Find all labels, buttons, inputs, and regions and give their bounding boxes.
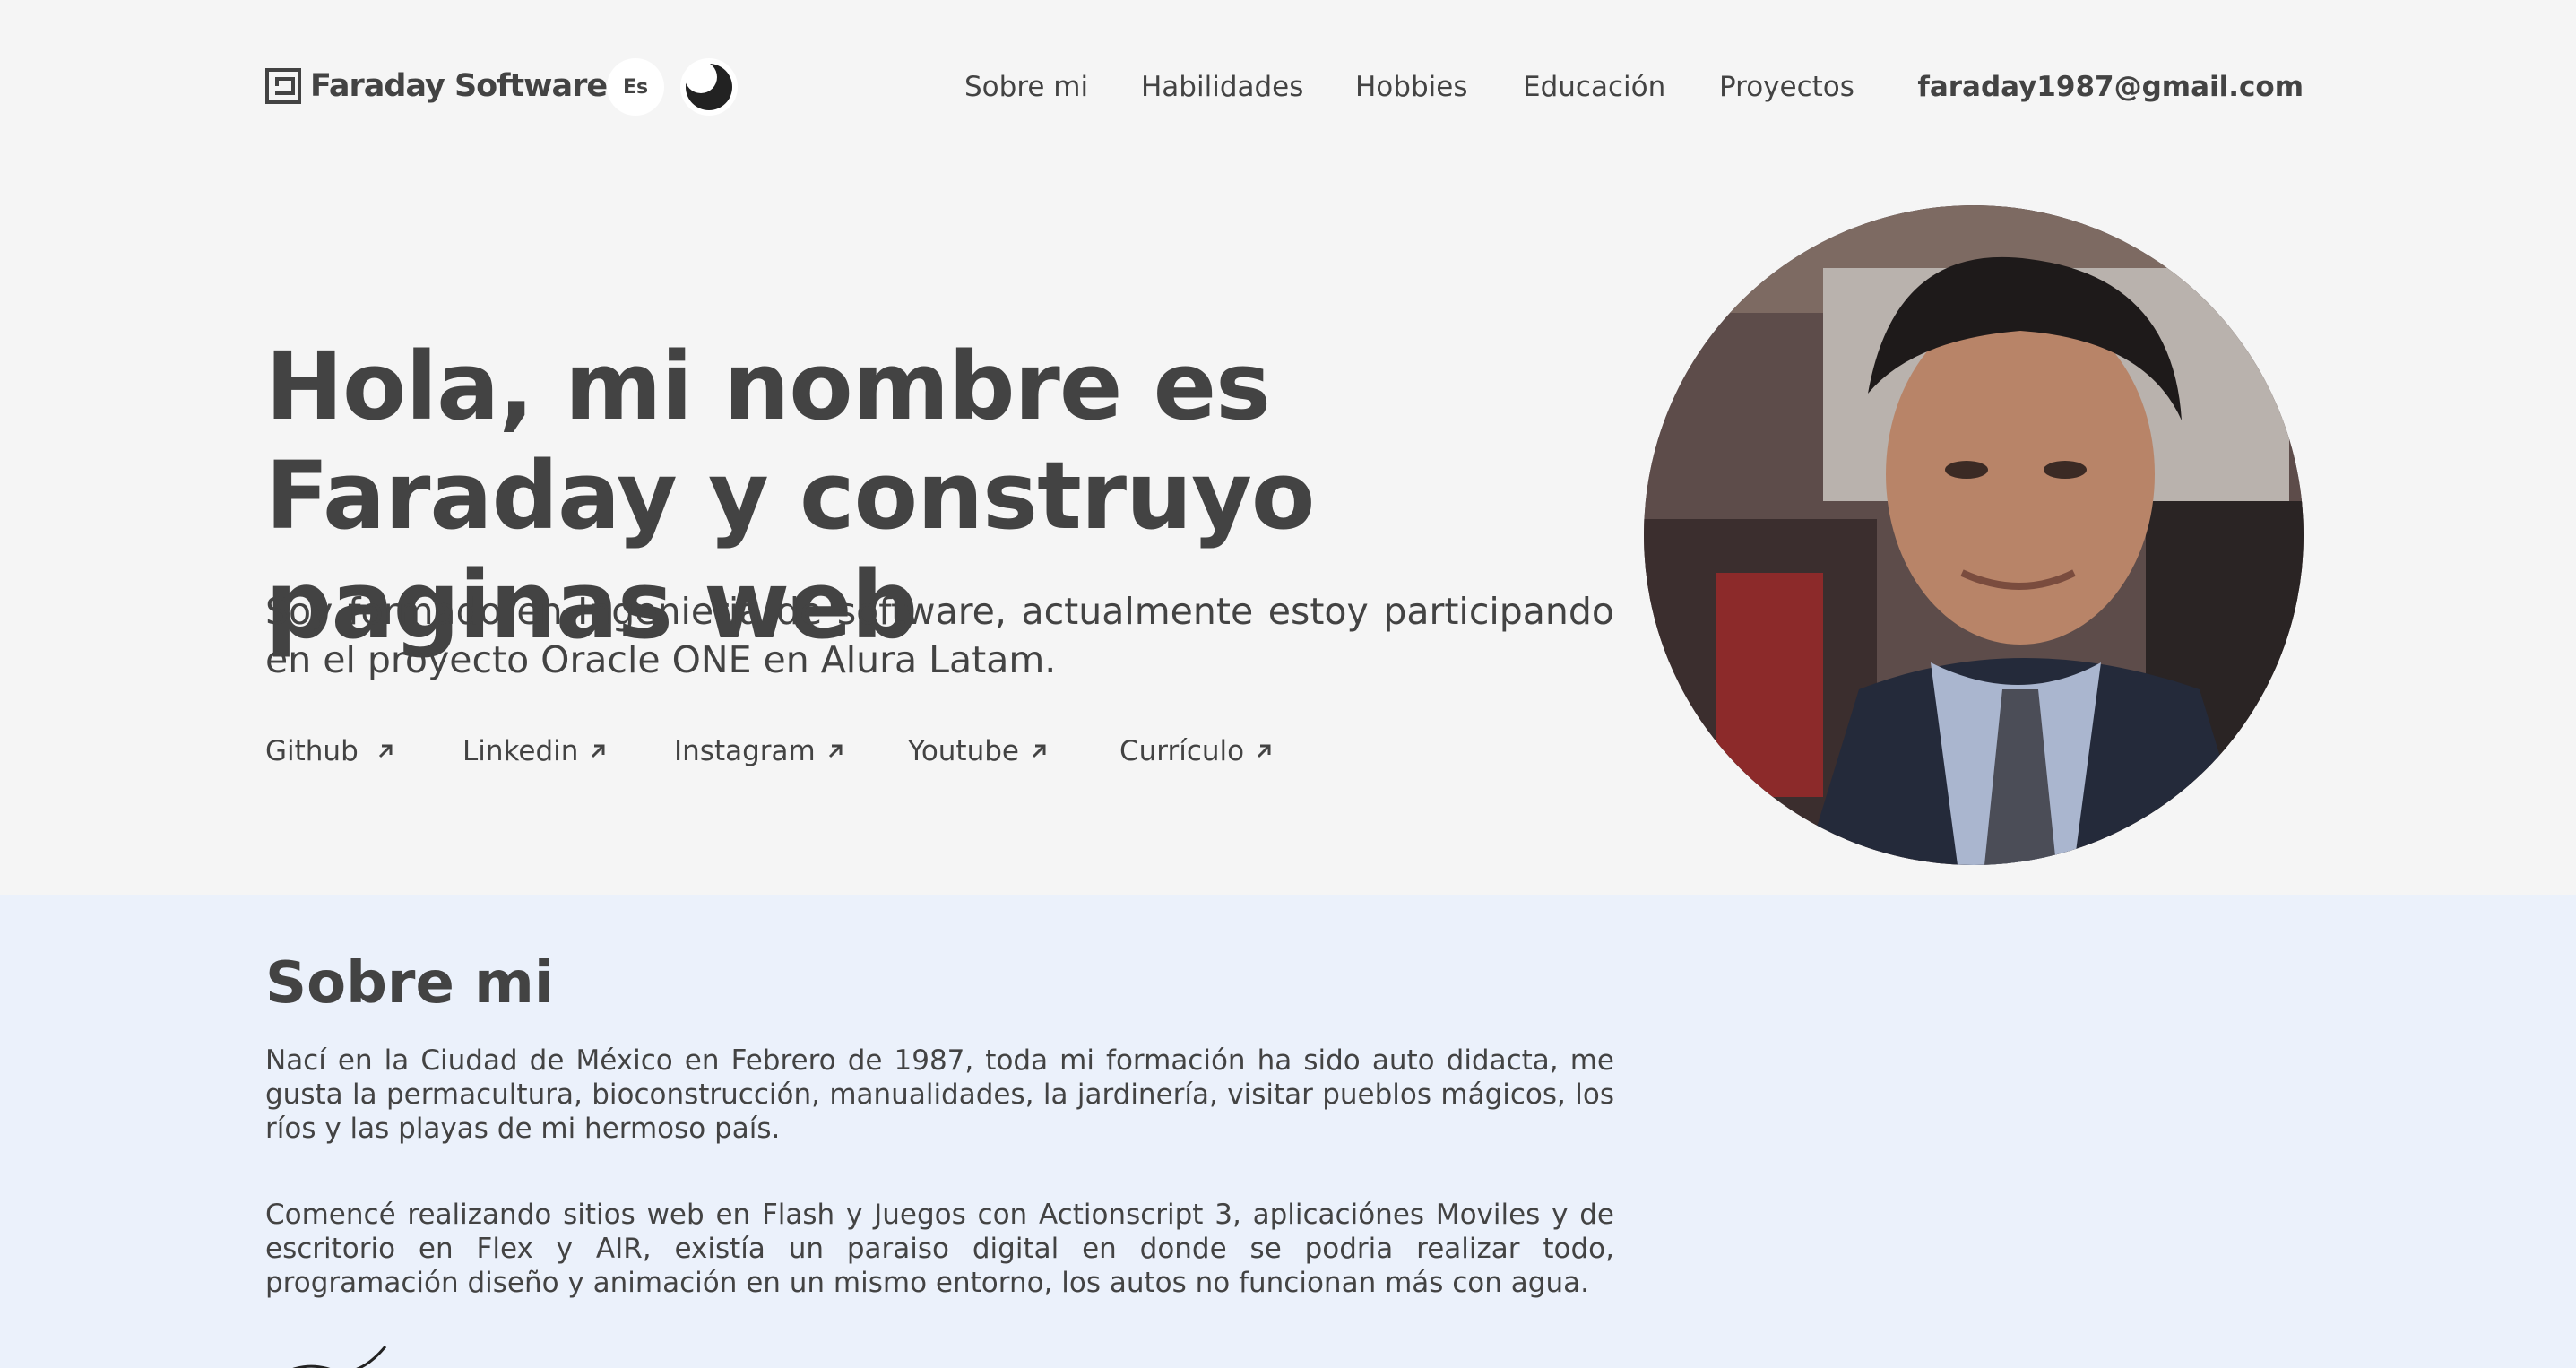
hero-subtitle: Soy formado en Ingenieria de software, a… (265, 590, 1614, 681)
nav-item-sobre-mi[interactable]: Sobre mi (964, 66, 1088, 108)
email-link[interactable]: faraday1987@gmail.com (1917, 66, 2304, 108)
profile-photo (1644, 205, 2304, 865)
arrow-up-right-icon (828, 744, 843, 758)
signature-icon (292, 1346, 387, 1368)
nav-item-proyectos[interactable]: Proyectos (1719, 66, 1854, 108)
instagram-label: Instagram (674, 735, 816, 767)
youtube-label: Youtube (908, 735, 1019, 767)
about-paragraph-2: Comencé realizando sitios web en Flash y… (265, 1199, 1614, 1299)
github-link[interactable]: Github (265, 731, 396, 772)
profile-photo-illustration (1644, 205, 2304, 865)
arrow-up-right-icon (1258, 744, 1271, 758)
nav-item-hobbies[interactable]: Hobbies (1355, 66, 1467, 108)
arrow-up-right-icon (1032, 744, 1046, 758)
about-section: Sobre mi Nací en la Ciudad de México en … (0, 895, 2576, 1368)
about-title: Sobre mi (265, 950, 554, 1017)
curriculo-link[interactable]: Currículo (1119, 731, 1275, 772)
github-label: Github (265, 735, 359, 767)
linkedin-link[interactable]: Linkedin (462, 731, 609, 772)
nav-item-habilidades[interactable]: Habilidades (1141, 66, 1303, 108)
about-paragraph-1: Nací en la Ciudad de México en Febrero d… (265, 1044, 1614, 1145)
curriculo-label: Currículo (1119, 735, 1245, 767)
site-header: Faraday Software Es Sobre mi Habilidades… (0, 0, 2576, 179)
arrow-up-right-icon (378, 744, 393, 758)
nav-item-educacion[interactable]: Educación (1523, 66, 1665, 108)
instagram-link[interactable]: Instagram (674, 731, 846, 772)
linkedin-label: Linkedin (462, 735, 579, 767)
arrow-up-right-icon (592, 744, 605, 758)
youtube-link[interactable]: Youtube (908, 731, 1050, 772)
portfolio-page: Faraday Software Es Sobre mi Habilidades… (0, 0, 2576, 1368)
